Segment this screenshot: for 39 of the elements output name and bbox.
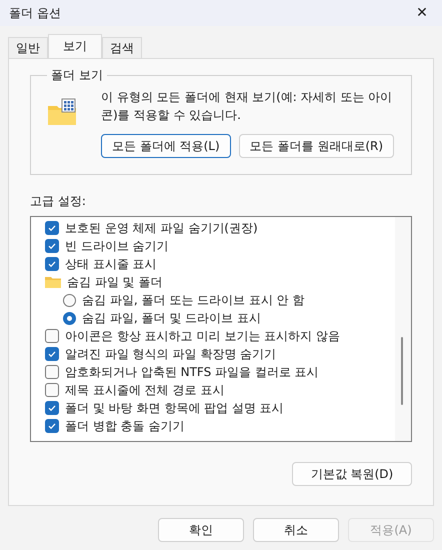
apply-folders-button[interactable]: 모든 폴더를 원래대로(R) [238,134,394,158]
advanced-settings-label: 고급 설정: [30,193,87,210]
radio-button[interactable] [63,312,76,324]
close-button[interactable]: ✕ [402,0,442,26]
folder-icon [45,275,61,289]
checkbox[interactable] [45,257,59,271]
apply-folders-button[interactable]: 모든 폴더에 적용(L) [101,134,231,158]
checkbox[interactable] [45,239,59,253]
setting-label: 숨김 파일, 폴더 및 드라이브 표시 [82,310,261,326]
checkbox[interactable] [45,347,59,361]
checkbox[interactable] [45,383,59,397]
setting-group-label: 숨김 파일 및 폴더 [67,274,162,290]
checkbox[interactable] [45,221,59,235]
dialog-button[interactable]: 확인 [158,518,244,542]
setting-label: 알려진 파일 형식의 파일 확장명 숨기기 [65,346,276,362]
setting-label: 폴더 병합 충돌 숨기기 [65,418,184,434]
checkbox[interactable] [45,419,59,433]
setting-label: 숨김 파일, 폴더 또는 드라이브 표시 안 함 [82,292,305,308]
group-title: 폴더 보기 [50,67,104,84]
setting-label: 아이콘은 항상 표시하고 미리 보기는 표시하지 않음 [65,328,340,344]
scrollbar-thumb[interactable] [401,337,403,405]
folder-view-icon [47,98,77,126]
radio-button[interactable] [63,294,76,306]
setting-label: 보호된 운영 체제 파일 숨기기(권장) [65,220,258,236]
setting-label: 암호화되거나 압축된 NTFS 파일을 컬러로 표시 [65,364,319,380]
setting-label: 폴더 및 바탕 화면 항목에 팝업 설명 표시 [65,400,284,416]
setting-label: 상태 표시줄 표시 [65,256,157,272]
window-title: 폴더 옵션 [9,4,61,22]
restore-defaults-button[interactable]: 기본값 복원(D) [292,462,412,486]
setting-label: 제목 표시줄에 전체 경로 표시 [65,382,224,398]
description-text: 이 유형의 모든 폴더에 현재 보기(예: 자세히 또는 아이콘)를 적용할 수 있습니다. [101,89,394,124]
dialog-button[interactable]: 취소 [253,518,339,542]
tab[interactable]: 검색 [102,37,142,58]
checkbox[interactable] [45,365,59,379]
checkbox[interactable] [45,329,59,343]
setting-label: 빈 드라이브 숨기기 [65,238,169,254]
tab[interactable]: 보기 [48,34,102,58]
tab[interactable]: 일반 [8,37,48,58]
checkbox[interactable] [45,401,59,415]
